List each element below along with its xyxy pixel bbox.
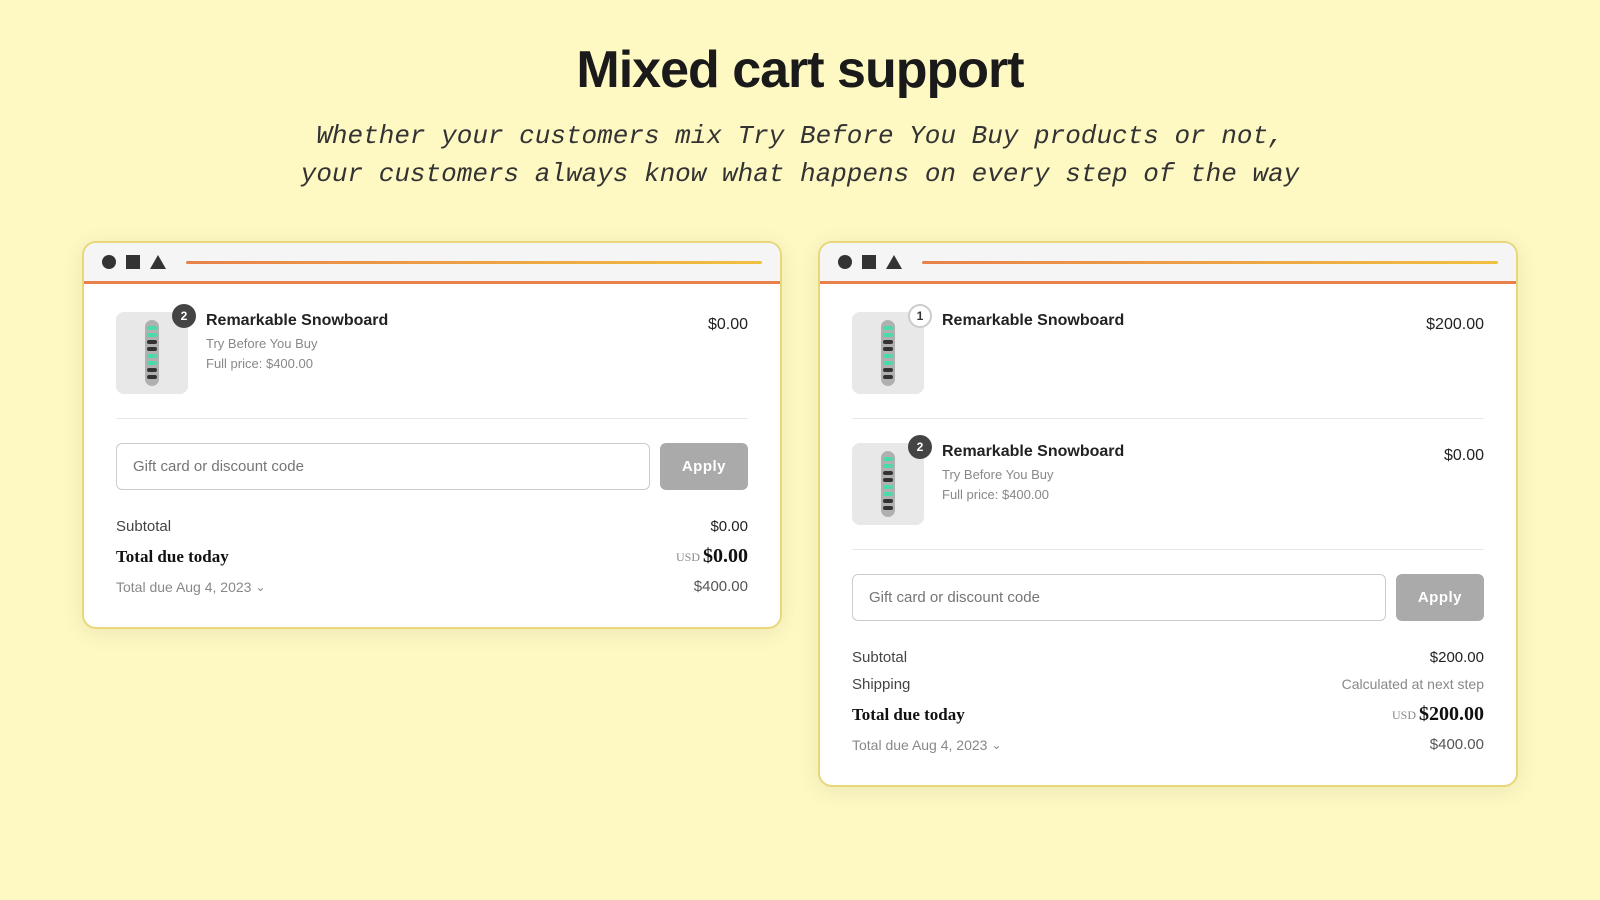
cart-card-left: 2 Remarkable Snowboard Try Before You Bu… bbox=[82, 241, 782, 629]
product-price-left: $0.00 bbox=[708, 316, 748, 334]
card-body-right: 1 Remarkable Snowboard $200.00 bbox=[820, 284, 1516, 785]
discount-row-left: Apply bbox=[116, 443, 748, 490]
shipping-row-right: Shipping Calculated at next step bbox=[852, 676, 1484, 693]
total-due-label-right: Total due today bbox=[852, 705, 965, 725]
snowboard-icon bbox=[127, 318, 177, 388]
aug-value-right: $400.00 bbox=[1430, 736, 1484, 753]
product-image-wrap-right-1: 1 bbox=[852, 312, 924, 394]
aug-row-left: Total due Aug 4, 2023 ⌄ $400.00 bbox=[116, 578, 748, 595]
titlebar-triangle-right bbox=[886, 255, 902, 269]
total-due-row-left: Total due today USD$0.00 bbox=[116, 545, 748, 568]
subtotal-label-right: Subtotal bbox=[852, 649, 907, 666]
titlebar-line bbox=[186, 261, 762, 264]
subtotal-row-right: Subtotal $200.00 bbox=[852, 649, 1484, 666]
page-title: Mixed cart support bbox=[576, 40, 1023, 100]
titlebar-square-right bbox=[862, 255, 876, 269]
subtotal-value-right: $200.00 bbox=[1430, 649, 1484, 666]
product-name-right-1: Remarkable Snowboard bbox=[942, 312, 1408, 330]
aug-label-right: Total due Aug 4, 2023 ⌄ bbox=[852, 737, 1002, 753]
page-subtitle: Whether your customers mix Try Before Yo… bbox=[301, 118, 1300, 193]
chevron-down-icon-left: ⌄ bbox=[255, 580, 265, 594]
product-image-wrap-right-2: 2 bbox=[852, 443, 924, 525]
discount-input-right[interactable] bbox=[852, 574, 1386, 621]
shipping-label-right: Shipping bbox=[852, 676, 910, 693]
total-due-value-right: USD$200.00 bbox=[1392, 703, 1484, 726]
usd-label-left: USD bbox=[676, 550, 700, 564]
chevron-down-icon-right: ⌄ bbox=[991, 738, 1001, 752]
discount-row-right: Apply bbox=[852, 574, 1484, 621]
titlebar-right bbox=[820, 243, 1516, 284]
product-name-left: Remarkable Snowboard bbox=[206, 312, 690, 330]
subtotal-value-left: $0.00 bbox=[710, 518, 748, 535]
qty-badge-right-1: 1 bbox=[908, 304, 932, 328]
product-sub1-left: Try Before You Buy bbox=[206, 334, 690, 354]
product-price-right-2: $0.00 bbox=[1444, 447, 1484, 465]
product-info-right-2: Remarkable Snowboard Try Before You Buy … bbox=[942, 443, 1426, 504]
product-row-left: 2 Remarkable Snowboard Try Before You Bu… bbox=[116, 312, 748, 419]
product-row-right-1: 1 Remarkable Snowboard $200.00 bbox=[852, 312, 1484, 419]
titlebar-triangle bbox=[150, 255, 166, 269]
aug-row-right: Total due Aug 4, 2023 ⌄ $400.00 bbox=[852, 736, 1484, 753]
card-body-left: 2 Remarkable Snowboard Try Before You Bu… bbox=[84, 284, 780, 627]
subtotal-label-left: Subtotal bbox=[116, 518, 171, 535]
snowboard-icon-right-2 bbox=[863, 449, 913, 519]
total-due-label-left: Total due today bbox=[116, 547, 229, 567]
product-info-left: Remarkable Snowboard Try Before You Buy … bbox=[206, 312, 690, 373]
cards-row: 2 Remarkable Snowboard Try Before You Bu… bbox=[60, 241, 1540, 787]
product-row-right-2: 2 Remarkable Snowboard Try Before You Bu… bbox=[852, 443, 1484, 550]
product-sub1-right-2: Try Before You Buy bbox=[942, 465, 1426, 485]
usd-label-right: USD bbox=[1392, 708, 1416, 722]
product-info-right-1: Remarkable Snowboard bbox=[942, 312, 1408, 334]
qty-badge-right-2: 2 bbox=[908, 435, 932, 459]
apply-button-left[interactable]: Apply bbox=[660, 443, 748, 490]
cart-card-right: 1 Remarkable Snowboard $200.00 bbox=[818, 241, 1518, 787]
titlebar-square bbox=[126, 255, 140, 269]
product-price-right-1: $200.00 bbox=[1426, 316, 1484, 334]
aug-label-left: Total due Aug 4, 2023 ⌄ bbox=[116, 579, 266, 595]
product-sub2-right-2: Full price: $400.00 bbox=[942, 485, 1426, 505]
titlebar-dot bbox=[102, 255, 116, 269]
product-name-right-2: Remarkable Snowboard bbox=[942, 443, 1426, 461]
total-due-value-left: USD$0.00 bbox=[676, 545, 748, 568]
titlebar-left bbox=[84, 243, 780, 284]
titlebar-dot-right bbox=[838, 255, 852, 269]
product-image-wrap: 2 bbox=[116, 312, 188, 394]
aug-value-left: $400.00 bbox=[694, 578, 748, 595]
discount-input-left[interactable] bbox=[116, 443, 650, 490]
total-due-row-right: Total due today USD$200.00 bbox=[852, 703, 1484, 726]
subtotal-row-left: Subtotal $0.00 bbox=[116, 518, 748, 535]
apply-button-right[interactable]: Apply bbox=[1396, 574, 1484, 621]
qty-badge-left: 2 bbox=[172, 304, 196, 328]
titlebar-line-right bbox=[922, 261, 1498, 264]
snowboard-icon-right-1 bbox=[863, 318, 913, 388]
shipping-value-right: Calculated at next step bbox=[1342, 676, 1484, 692]
product-sub2-left: Full price: $400.00 bbox=[206, 354, 690, 374]
